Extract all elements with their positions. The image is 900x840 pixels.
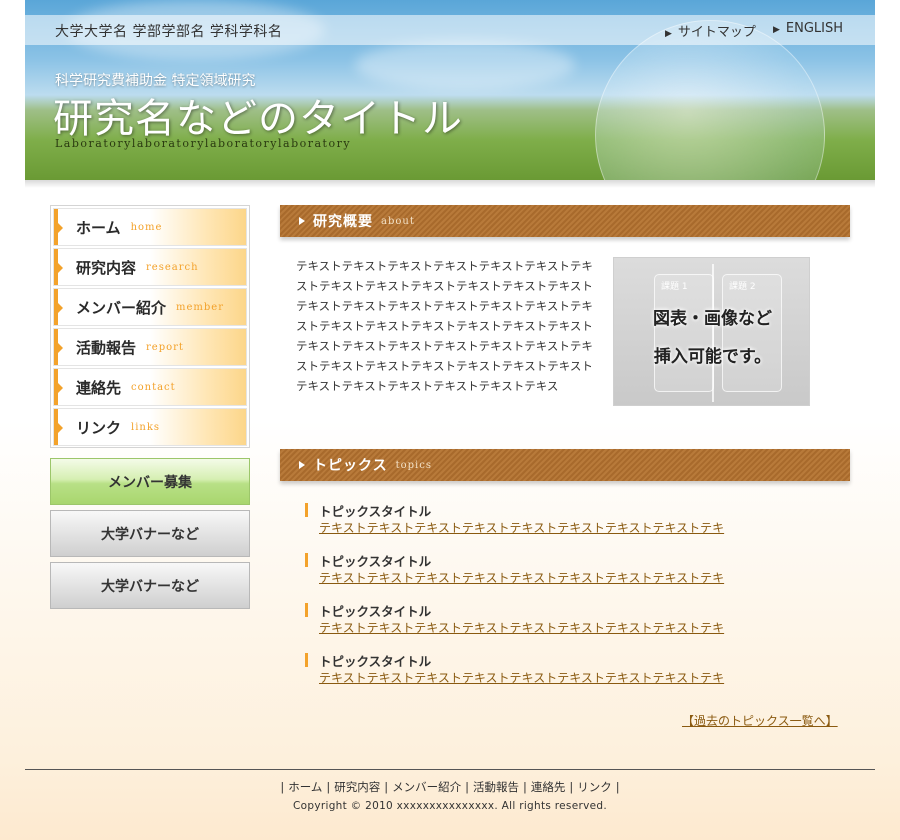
footer-link-contact[interactable]: 連絡先	[531, 780, 566, 794]
nav-item-report[interactable]: 活動報告 report	[53, 328, 247, 366]
figure-axis-line	[712, 264, 714, 402]
nav-sublabel: report	[146, 341, 184, 353]
about-section-heading: 研究概要 about	[280, 205, 850, 237]
arrow-right-icon	[58, 303, 63, 313]
section-subtitle: topics	[395, 459, 432, 471]
footer-divider	[25, 769, 875, 770]
topic-title: トピックスタイトル	[319, 654, 432, 669]
figure-box-label: 課題 2	[729, 282, 756, 292]
copyright-text: Copyright © 2010 xxxxxxxxxxxxxxx. All ri…	[293, 800, 607, 812]
section-subtitle: about	[381, 215, 415, 227]
nav-label: 連絡先	[76, 378, 122, 397]
figure-box: 課題 2	[722, 274, 782, 392]
figure-box: 課題 1	[654, 274, 714, 392]
nav-sublabel: member	[176, 301, 224, 313]
topics-section-heading: トピックス topics	[280, 449, 850, 481]
arrow-right-icon	[58, 223, 63, 233]
section-title: トピックス	[313, 458, 388, 474]
header-banner: 大学大学名 学部学部名 学科学科名 ▶ サイトマップ ▶ ENGLISH 科学研究費…	[25, 0, 875, 180]
nav-item-contact[interactable]: 連絡先 contact	[53, 368, 247, 406]
topic-link[interactable]: テキストテキストテキストテキストテキストテキストテキストテキストテキ	[319, 619, 724, 636]
nav-item-member[interactable]: メンバー紹介 member	[53, 288, 247, 326]
triangle-right-icon	[299, 217, 305, 225]
triangle-right-icon	[299, 461, 305, 469]
arrow-right-icon	[58, 263, 63, 273]
footer-link-research[interactable]: 研究内容	[334, 780, 380, 794]
topic-title: トピックスタイトル	[319, 504, 432, 519]
footer-link-member[interactable]: メンバー紹介	[392, 780, 461, 794]
side-navigation: ホーム home 研究内容 research メンバー紹介 member 活動報…	[50, 205, 250, 448]
topic-accent-bar	[305, 653, 308, 667]
footer-link-links[interactable]: リンク	[577, 780, 612, 794]
nav-item-home[interactable]: ホーム home	[53, 208, 247, 246]
sitemap-link[interactable]: ▶ サイトマップ	[665, 21, 756, 40]
nav-sublabel: research	[146, 261, 199, 273]
nav-label: 研究内容	[76, 258, 137, 277]
footer-navigation: | ホーム | 研究内容 | メンバー紹介 | 活動報告 | 連絡先 | リンク |	[280, 780, 620, 794]
footer-link-home[interactable]: ホーム	[288, 780, 322, 794]
nav-sublabel: contact	[131, 381, 176, 393]
university-name: 大学大学名 学部学部名 学科学科名	[55, 24, 283, 40]
footer-link-report[interactable]: 活動報告	[473, 780, 519, 794]
section-title: 研究概要	[313, 214, 373, 230]
nav-item-research[interactable]: 研究内容 research	[53, 248, 247, 286]
past-topics-link[interactable]: 【過去のトピックス一覧へ】	[682, 712, 838, 729]
member-recruit-banner[interactable]: メンバー募集	[50, 458, 250, 505]
nav-sublabel: links	[131, 421, 161, 433]
site-title: 研究名などのタイトル	[53, 96, 463, 142]
triangle-right-icon: ▶	[665, 29, 672, 39]
arrow-right-icon	[58, 383, 63, 393]
figure-caption-line: 図表・画像など	[653, 309, 772, 329]
about-text: テキストテキストテキストテキストテキストテキストテキストテキストテキストテキスト…	[296, 259, 593, 393]
topic-accent-bar	[305, 603, 308, 617]
lab-name: Laboratorylaboratorylaboratorylaboratory	[55, 137, 352, 150]
triangle-right-icon: ▶	[773, 25, 780, 35]
university-banner[interactable]: 大学バナーなど	[50, 562, 250, 609]
nav-sublabel: home	[130, 221, 163, 233]
topic-accent-bar	[305, 553, 308, 567]
nav-item-links[interactable]: リンク links	[53, 408, 247, 446]
english-link[interactable]: ▶ ENGLISH	[773, 21, 843, 36]
topic-accent-bar	[305, 503, 308, 517]
nav-label: リンク	[76, 418, 122, 437]
header-shadow	[25, 180, 875, 188]
figure-caption-line: 挿入可能です。	[653, 347, 772, 367]
topic-title: トピックスタイトル	[319, 604, 432, 619]
topic-link[interactable]: テキストテキストテキストテキストテキストテキストテキストテキストテキ	[319, 669, 724, 686]
nav-label: 活動報告	[76, 338, 137, 357]
topic-link[interactable]: テキストテキストテキストテキストテキストテキストテキストテキストテキ	[319, 519, 724, 536]
university-banner[interactable]: 大学バナーなど	[50, 510, 250, 557]
placeholder-figure-image: 課題 1 課題 2 図表・画像など 挿入可能です。	[613, 257, 810, 406]
cloud-decoration	[355, 40, 575, 90]
arrow-right-icon	[58, 423, 63, 433]
figure-box-label: 課題 1	[661, 282, 688, 292]
topic-title: トピックスタイトル	[319, 554, 432, 569]
arrow-right-icon	[58, 343, 63, 353]
nav-label: メンバー紹介	[76, 298, 167, 317]
nav-label: ホーム	[76, 218, 121, 237]
topic-link[interactable]: テキストテキストテキストテキストテキストテキストテキストテキストテキ	[319, 569, 724, 586]
